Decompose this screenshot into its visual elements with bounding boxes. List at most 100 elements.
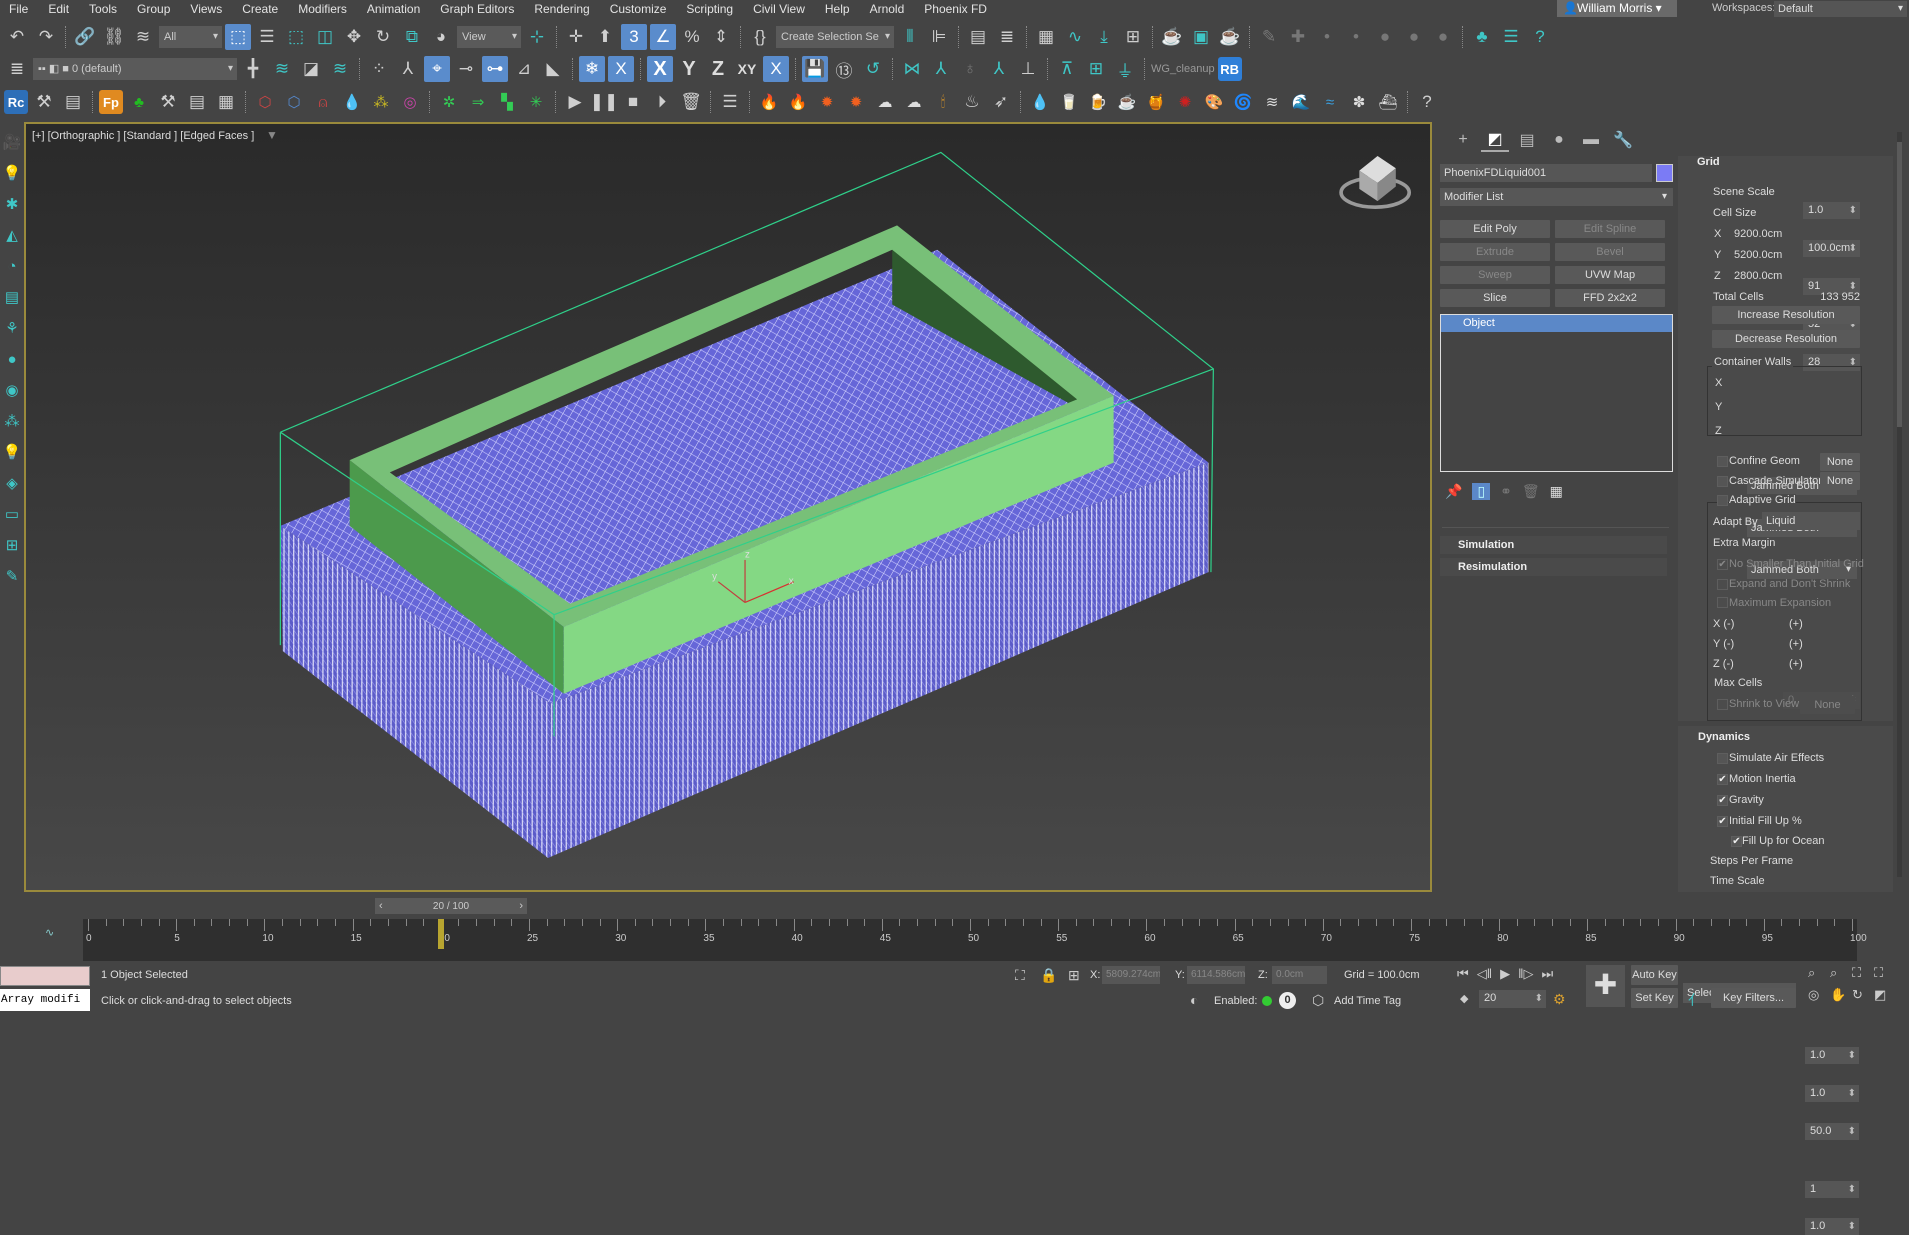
utilities-tab-icon[interactable]: 🔧: [1609, 128, 1637, 152]
no-smaller-checkbox[interactable]: ✔: [1717, 559, 1728, 570]
gravity-spinner[interactable]: 1.0: [1805, 1085, 1859, 1102]
light-icon[interactable]: 💡: [2, 161, 22, 185]
snap-to-frozen-icon[interactable]: ❄: [579, 56, 605, 82]
candle-preset-icon[interactable]: 🕯: [930, 89, 956, 115]
select-in-layer-icon[interactable]: ◪: [298, 56, 324, 82]
edit-named-selection-icon[interactable]: {}: [747, 24, 773, 50]
rollout-simulation[interactable]: Simulation: [1440, 536, 1667, 554]
keyboard-shortcut-override-icon[interactable]: ⬆: [592, 24, 618, 50]
smoke-preset-icon[interactable]: ☁: [901, 89, 927, 115]
rc-badge[interactable]: Rc: [4, 90, 28, 114]
face-snap-icon[interactable]: ◣: [540, 56, 566, 82]
force-icon[interactable]: ⇒: [465, 89, 491, 115]
modifier-list-dropdown[interactable]: Modifier List: [1440, 188, 1673, 206]
explosion-preset-icon[interactable]: ✹: [814, 89, 840, 115]
stack-item-object[interactable]: Object: [1441, 315, 1672, 332]
joint-icon[interactable]: ⅄: [986, 56, 1012, 82]
resume-icon[interactable]: ⏵: [649, 89, 675, 115]
stop-icon[interactable]: ■: [620, 89, 646, 115]
window-crossing-icon[interactable]: ◫: [312, 24, 338, 50]
reference-coordinate-dropdown[interactable]: View: [457, 26, 521, 48]
scale-icon[interactable]: ⧉: [399, 24, 425, 50]
beer-preset-icon[interactable]: 🍺: [1085, 89, 1111, 115]
key-mode-toggle-icon[interactable]: ◆: [1460, 992, 1468, 1005]
axis-z-button[interactable]: Z: [705, 56, 731, 82]
time-tag-count[interactable]: 0: [1279, 992, 1296, 1009]
enabled-indicator[interactable]: [1262, 996, 1272, 1006]
modifier-button-edit-poly[interactable]: Edit Poly: [1440, 220, 1550, 238]
menu-views[interactable]: Views: [181, 2, 233, 16]
previous-frame-icon[interactable]: ◁‖: [1477, 966, 1492, 982]
whirlpool-preset-icon[interactable]: 🌀: [1230, 89, 1256, 115]
rollout-grid-title[interactable]: Grid: [1697, 156, 1720, 168]
steps-per-frame-spinner[interactable]: 1: [1805, 1181, 1859, 1198]
rocket-preset-icon[interactable]: ➶: [988, 89, 1014, 115]
help-question-icon[interactable]: ?: [1414, 89, 1440, 115]
modifier-button-uvw-map[interactable]: UVW Map: [1555, 266, 1665, 284]
select-by-name-icon[interactable]: ☰: [254, 24, 280, 50]
next-frame-icon[interactable]: ‖▷: [1518, 966, 1533, 982]
spine-icon[interactable]: ⊞: [1083, 56, 1109, 82]
arnold-icon[interactable]: ♣: [1469, 24, 1495, 50]
liquid-source-icon[interactable]: 💧: [339, 89, 365, 115]
rotate-icon[interactable]: ↻: [370, 24, 396, 50]
ocean-preset-icon[interactable]: 🌊: [1288, 89, 1314, 115]
set-current-layer-icon[interactable]: ≋: [327, 56, 353, 82]
make-unique-icon[interactable]: ⚭: [1500, 483, 1512, 500]
rollout-dynamics-title[interactable]: Dynamics: [1698, 731, 1750, 743]
gravity-checkbox[interactable]: ✔: [1717, 795, 1728, 806]
menu-arnold[interactable]: Arnold: [861, 2, 916, 16]
select-object-icon[interactable]: ⬚: [225, 24, 251, 50]
scene-explorer-icon[interactable]: ▤: [965, 24, 991, 50]
layer-manager-icon[interactable]: ≣: [4, 56, 30, 82]
hierarchy-tab-icon[interactable]: ▤: [1513, 128, 1541, 152]
motion-inertia-checkbox[interactable]: ✔: [1717, 774, 1728, 785]
blood-preset-icon[interactable]: ✺: [1172, 89, 1198, 115]
layer-dropdown[interactable]: ▪▪ ◧ ■ 0 (default): [33, 58, 237, 80]
zoom-all-icon[interactable]: ⌕: [1830, 965, 1852, 981]
pivot-snap-icon[interactable]: ⅄: [395, 56, 421, 82]
refresh-icon[interactable]: ↺: [860, 56, 886, 82]
named-selection-dropdown[interactable]: Create Selection Se: [776, 26, 894, 48]
fp-badge[interactable]: Fp: [99, 90, 123, 114]
maxscript-input[interactable]: Array modifi: [0, 989, 90, 1011]
adaptive-degradation-icon[interactable]: ◐: [1190, 992, 1198, 1008]
steam-preset-icon[interactable]: ♨: [959, 89, 985, 115]
cell-size-spinner[interactable]: 100.0cm: [1803, 240, 1860, 257]
y-coordinate-field[interactable]: 6114.586cm: [1187, 966, 1245, 984]
axis-xy-button[interactable]: XY: [734, 56, 760, 82]
menu-file[interactable]: File: [0, 2, 39, 16]
modifier-button-extrude[interactable]: Extrude: [1440, 243, 1550, 261]
sphere-icon[interactable]: ●: [1372, 24, 1398, 50]
menu-animation[interactable]: Animation: [358, 2, 431, 16]
pan-icon[interactable]: ✋: [1830, 987, 1852, 1003]
zoom-extents-icon[interactable]: ⛶: [1852, 965, 1874, 981]
x-coordinate-field[interactable]: 5809.274cm: [1102, 966, 1160, 984]
display-tab-icon[interactable]: ▬: [1577, 128, 1605, 152]
modifier-button-ffd-2x2x2[interactable]: FFD 2x2x2: [1555, 289, 1665, 307]
honey-preset-icon[interactable]: 🍯: [1143, 89, 1169, 115]
checker-icon[interactable]: ▚: [494, 89, 520, 115]
particles-icon[interactable]: ⁂: [2, 409, 22, 433]
rendered-frame-window-icon[interactable]: ▣: [1188, 24, 1214, 50]
shapes-icon[interactable]: ◔: [2, 254, 22, 278]
curve-editor-toggle-icon[interactable]: ∿: [45, 926, 54, 939]
select-manipulate-icon[interactable]: ✛: [563, 24, 589, 50]
paint-icon[interactable]: ✎: [2, 564, 22, 588]
list-icon[interactable]: ▤: [60, 89, 86, 115]
cascade-simulator-checkbox[interactable]: [1717, 476, 1728, 487]
list-icon[interactable]: ▤: [184, 89, 210, 115]
axis-x-button[interactable]: X: [647, 56, 673, 82]
key-filters-button[interactable]: Key Filters...: [1711, 988, 1796, 1008]
particles-icon[interactable]: ⁂: [368, 89, 394, 115]
track-bar[interactable]: 0 5 10 15 20 25 30 35 40 45 50 55 60 65 70 75 80 85 90 95 10…: [83, 919, 1867, 961]
box-icon[interactable]: ⬡: [252, 89, 278, 115]
cascade-simulator-picker[interactable]: None: [1820, 472, 1860, 490]
configure-sets-icon[interactable]: ▦: [1550, 483, 1563, 500]
key-tangent-icon[interactable]: ⺅: [1688, 990, 1702, 1010]
maximize-viewport-icon[interactable]: ◩: [1874, 987, 1896, 1003]
menu-scripting[interactable]: Scripting: [677, 2, 744, 16]
unlink-icon[interactable]: ⛓: [101, 24, 127, 50]
field-of-view-icon[interactable]: ◎: [1808, 987, 1830, 1003]
object-name-field[interactable]: PhoenixFDLiquid001: [1440, 164, 1652, 182]
